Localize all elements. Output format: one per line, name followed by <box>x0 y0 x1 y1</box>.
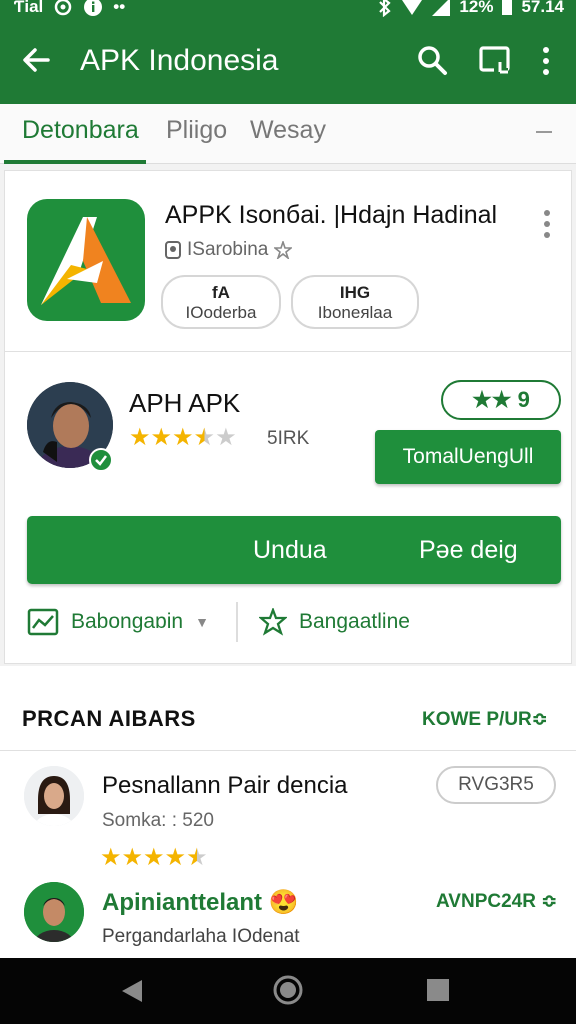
rating-stars: ★ ★ ★ ★ ★ <box>129 426 237 450</box>
star-icon: ★ <box>164 844 187 871</box>
link-chart[interactable]: Babongaɒin ▼ <box>27 608 209 636</box>
size-label: Pəe deig <box>419 536 518 564</box>
developer-card: APH APK ★ ★ ★ ★ ★ 5IRK ★★ 9 TomalUengUll Und… <box>4 352 572 664</box>
reviewer-name-row: Apinianttelant 😍 <box>102 888 299 917</box>
top-bar: Ƭiаl •• 12% 57.14 APK Indonesia <box>0 0 576 104</box>
battery-percent: 12% <box>459 0 494 16</box>
app-developer-row: ISarobina <box>165 239 293 261</box>
system-nav-bar <box>0 958 576 1024</box>
review-link[interactable]: AVNPC24R ≎ <box>436 890 557 913</box>
cast-icon[interactable] <box>478 44 512 76</box>
nav-recents-icon[interactable] <box>426 978 450 1002</box>
download-label: Undua <box>253 536 327 564</box>
reviewer-name: Apinianttelant <box>102 889 262 916</box>
chart-icon <box>27 608 59 636</box>
link-share-label: Bangaatline <box>299 610 410 633</box>
chip-label: Iboneяlaa <box>317 303 393 322</box>
screen: Ƭiаl •• 12% 57.14 APK Indonesia Detonbar… <box>0 0 576 1024</box>
review-stars: ★ ★ ★ ★ ★ <box>100 846 208 870</box>
see-all-link[interactable]: KOWE P/UR≎ <box>422 708 548 731</box>
chip-value: IHG <box>339 283 371 302</box>
back-arrow-icon[interactable] <box>18 42 54 78</box>
developer-badge-icon <box>165 241 181 259</box>
notification-dots-icon: •• <box>113 0 126 16</box>
link-share[interactable]: Bangaatline <box>259 608 410 636</box>
tab-wesay[interactable]: Wesay <box>250 116 326 145</box>
developer-name: APH APK <box>129 388 241 418</box>
tab-pliigo[interactable]: Pliigo <box>166 116 227 145</box>
rating-badge-stars: ★★ <box>472 387 512 412</box>
reviewer-avatar[interactable] <box>24 882 84 942</box>
nav-back-icon[interactable] <box>120 978 144 1004</box>
rating-badge-value: 9 <box>517 387 530 412</box>
reviewer-avatar-image <box>24 882 84 942</box>
more-vert-icon[interactable] <box>534 44 558 78</box>
clock: 57.14 <box>521 0 564 16</box>
section-title: PRCAN AIBARS <box>22 706 196 731</box>
rating-count: 5IRK <box>267 428 310 449</box>
reviewer-avatar[interactable] <box>24 766 84 826</box>
reviews-section: PRCAN AIBARS KOWE P/UR≎ Pesnallann Pair … <box>0 666 576 958</box>
star-icon: ★ <box>193 424 216 451</box>
share-icon <box>259 608 287 636</box>
app-bar: APK Indonesia <box>0 30 576 96</box>
star-icon: ★ <box>121 844 144 871</box>
star-icon: ★ <box>186 844 208 871</box>
wifi-icon <box>402 0 423 15</box>
verified-badge-icon <box>89 448 113 472</box>
review-meta: Pergandarlaha IOdenat <box>102 926 300 947</box>
rating-badge[interactable]: ★★ 9 <box>441 380 561 420</box>
carrier-label: Ƭiаl <box>14 0 44 16</box>
link-divider <box>236 602 238 642</box>
review-meta: Somka: : 520 <box>102 810 214 831</box>
star-icon: ★ <box>150 424 173 451</box>
chip-label: IOoderba <box>185 303 257 322</box>
tab-bar: Detonbara Pliigo Wesay <box>0 104 576 164</box>
info-icon <box>84 0 103 16</box>
app-logo-icon <box>41 217 131 305</box>
section-divider <box>0 750 576 751</box>
nav-home-icon[interactable] <box>272 974 304 1006</box>
star-icon: ★ <box>172 424 194 451</box>
app-info-chip[interactable]: IHG Iboneяlaa <box>291 275 419 329</box>
tab-detonbara[interactable]: Detonbara <box>22 116 139 145</box>
app-developer[interactable]: ISarobina <box>187 239 268 261</box>
star-icon: ★ <box>215 424 237 451</box>
star-icon: ★ <box>129 424 151 451</box>
reviewer-avatar-image <box>24 766 84 826</box>
signal-icon <box>432 0 451 16</box>
star-icon: ★ <box>100 844 122 871</box>
follow-button[interactable]: TomalUengUll <box>375 430 561 484</box>
tab-indicator <box>4 160 146 164</box>
whatsapp-icon <box>55 0 72 16</box>
star-outline-icon <box>274 241 293 259</box>
app-name: APPK Isonбai. |Hdajn Hadinal <box>165 201 498 229</box>
chip-value: fA <box>212 283 230 302</box>
app-logo[interactable] <box>27 199 145 321</box>
star-icon: ★ <box>143 844 165 871</box>
search-icon[interactable] <box>416 44 448 76</box>
app-info-chip[interactable]: fA IOoderba <box>161 275 281 329</box>
review-chip[interactable]: RVG3R5 <box>436 766 556 804</box>
reviewer-name: Pesnallann Pair dencia <box>102 772 348 799</box>
tab-collapse-icon[interactable] <box>536 131 552 133</box>
link-chart-label: Babongaɒin <box>71 610 184 633</box>
more-vert-icon[interactable] <box>543 209 551 239</box>
page-title: APK Indonesia <box>80 44 279 77</box>
bluetooth-icon <box>379 0 392 17</box>
chevron-down-icon: ▼ <box>195 614 209 630</box>
heart-eyes-emoji-icon: 😍 <box>268 889 299 916</box>
status-bar: Ƭiаl •• 12% 57.14 <box>0 0 576 22</box>
battery-icon <box>502 0 513 15</box>
app-card: APPK Isonбai. |Hdajn Hadinal ISarobina f… <box>4 170 572 352</box>
download-button[interactable]: Undua Pəe deig <box>27 516 561 584</box>
